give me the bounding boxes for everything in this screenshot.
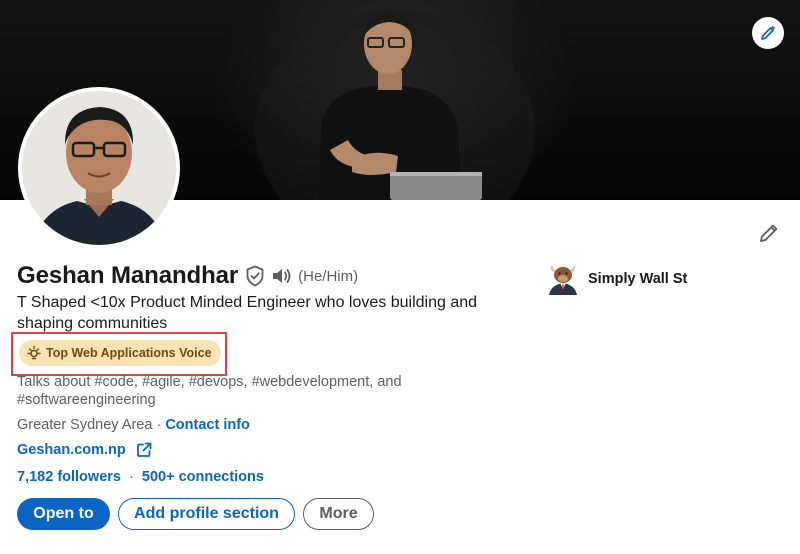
bull-logo	[547, 263, 579, 295]
current-company[interactable]: Simply Wall St	[547, 263, 687, 295]
profile-actions: Open to Add profile section More	[17, 498, 374, 530]
followers-link[interactable]: 7,182 followers	[17, 469, 121, 485]
external-link-icon[interactable]	[136, 442, 152, 458]
open-to-button[interactable]: Open to	[17, 498, 110, 530]
name-row: Geshan Manandhar (He/Him)	[17, 262, 358, 290]
website-row: Geshan.com.np	[17, 442, 152, 458]
shield-check-icon[interactable]	[245, 265, 265, 287]
website-link[interactable]: Geshan.com.np	[17, 442, 126, 458]
more-button[interactable]: More	[303, 498, 374, 530]
top-voice-badge[interactable]: Top Web Applications Voice	[19, 340, 221, 366]
separator: ·	[156, 417, 162, 433]
location-row: Greater Sydney Area · Contact info	[17, 417, 250, 433]
lightbulb-icon	[26, 345, 42, 361]
stats-row: 7,182 followers · 500+ connections	[17, 469, 264, 485]
edit-cover-button[interactable]	[752, 17, 784, 49]
location: Greater Sydney Area	[17, 417, 153, 433]
pronouns: (He/Him)	[298, 267, 359, 285]
pencil-icon	[760, 224, 778, 242]
talks-about: Talks about #code, #agile, #devops, #web…	[17, 374, 402, 408]
profile-name: Geshan Manandhar	[17, 262, 239, 289]
separator: ·	[129, 469, 134, 485]
headline: T Shaped <10x Product Minded Engineer wh…	[17, 294, 478, 332]
connections-link[interactable]: 500+ connections	[142, 469, 264, 485]
profile-photo	[22, 91, 176, 245]
badge-label: Top Web Applications Voice	[46, 346, 212, 360]
pencil-icon	[761, 26, 775, 40]
contact-info-link[interactable]: Contact info	[165, 417, 250, 433]
company-name: Simply Wall St	[588, 271, 688, 287]
edit-intro-button[interactable]	[756, 220, 782, 246]
avatar[interactable]	[18, 87, 180, 249]
speaker-icon[interactable]	[271, 266, 293, 286]
add-profile-section-button[interactable]: Add profile section	[118, 498, 295, 530]
